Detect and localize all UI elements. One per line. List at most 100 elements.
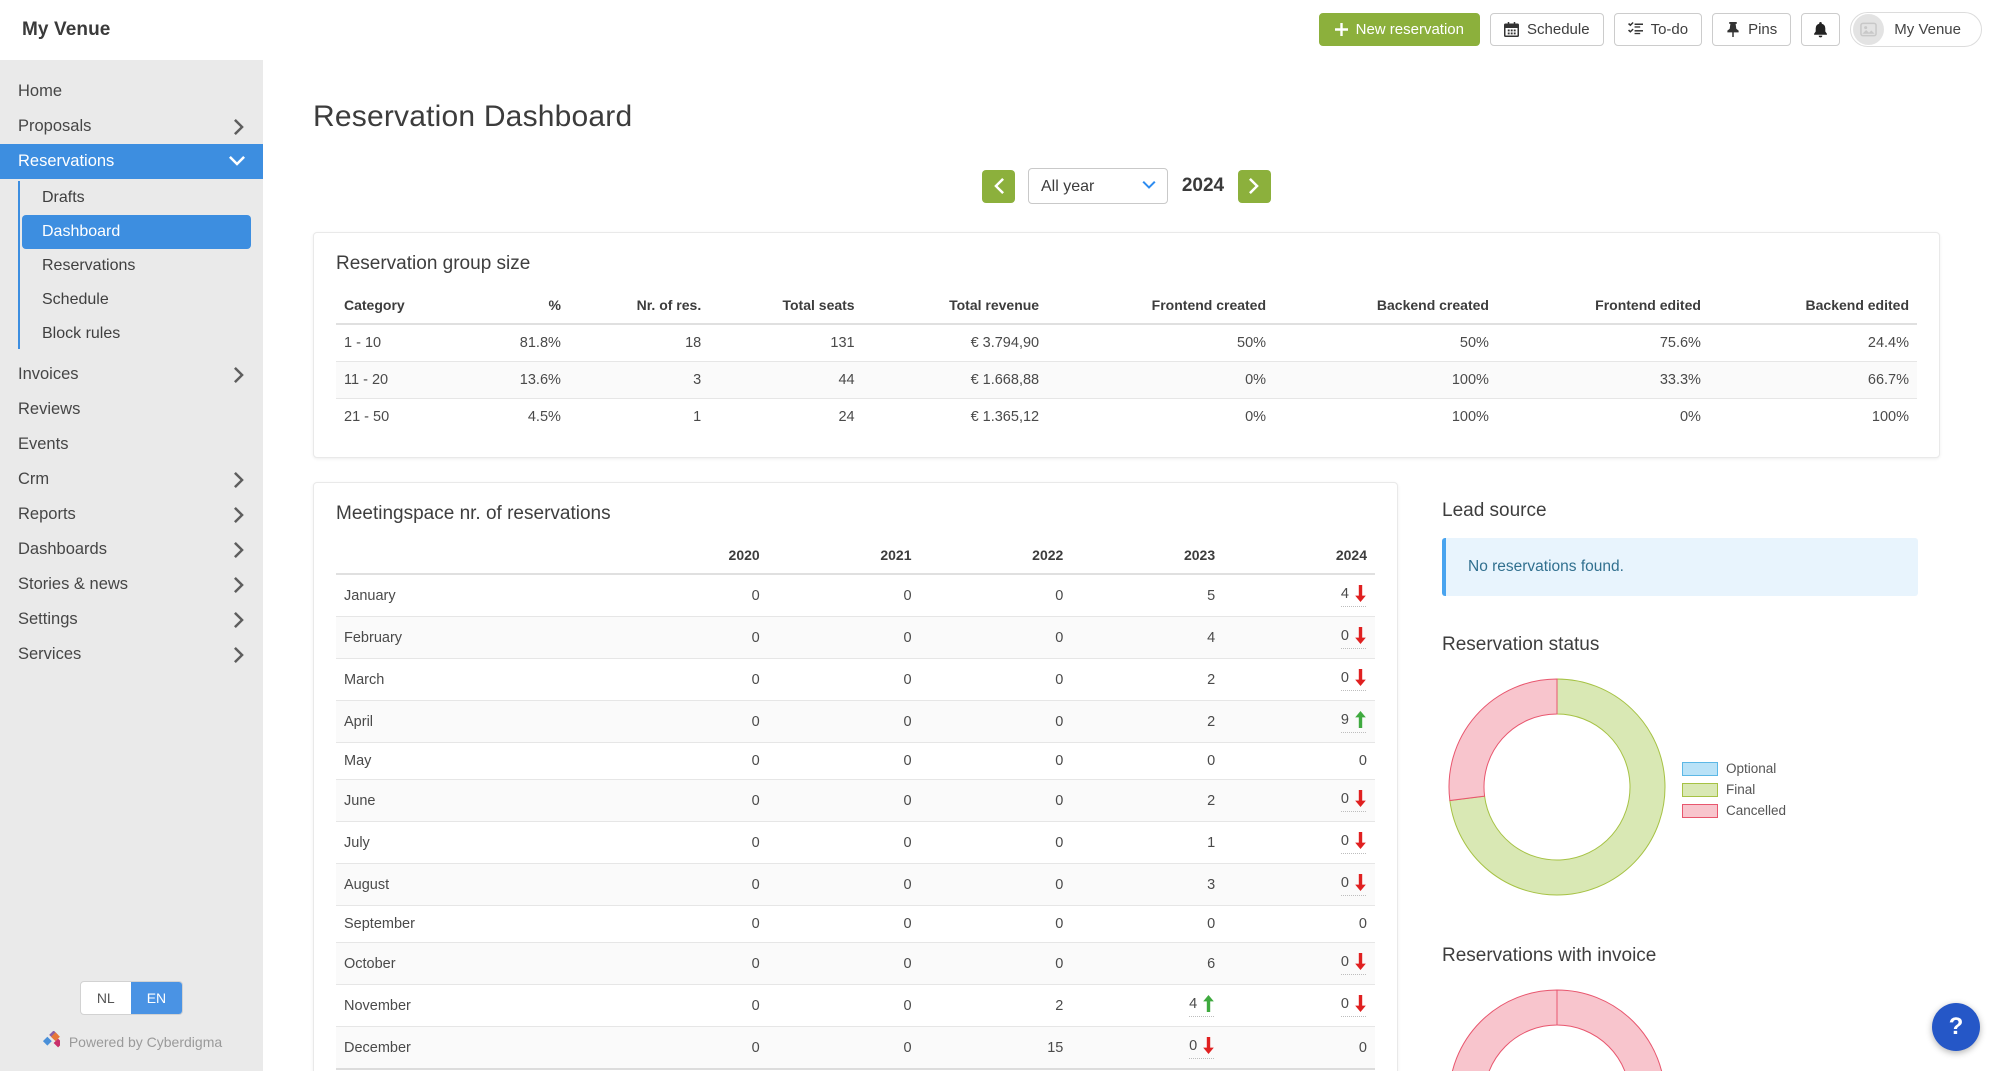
value-with-trend: 0	[1055, 793, 1063, 809]
value-with-trend: 0	[1359, 916, 1367, 932]
table-row: 11 - 20 13.6% 3 44 € 1.668,88 0% 100% 33…	[336, 361, 1917, 399]
schedule-button[interactable]: Schedule	[1490, 13, 1604, 46]
cell-value: 0	[1340, 627, 1349, 644]
pins-button[interactable]: Pins	[1712, 13, 1792, 46]
cell-year-2021: 0	[768, 701, 920, 743]
cell-year-2020: 0	[616, 617, 768, 659]
value-with-trend: 0	[1340, 874, 1367, 896]
table-row: March 0 0 0 2 0	[336, 658, 1375, 701]
dashboard-split: Meetingspace nr. of reservations 2020 20…	[313, 482, 1940, 1071]
sidebar-item-events[interactable]: Events	[0, 427, 263, 462]
sidebar-item-stories-news[interactable]: Stories & news	[0, 567, 263, 602]
sidebar-item-reservations[interactable]: Reservations	[0, 144, 263, 179]
value-with-trend: 0	[903, 753, 911, 769]
column-header-total-revenue: Total revenue	[949, 297, 1040, 313]
column-header-2023: 2023	[1183, 547, 1216, 563]
cell-value: 0	[903, 713, 912, 730]
cell-nr-of-res: 3	[693, 372, 702, 388]
cell-year-2022: 0	[920, 743, 1072, 780]
cell-year-2023: 3	[1071, 864, 1223, 906]
trend-down-icon	[1355, 953, 1366, 970]
sidebar-item-drafts[interactable]: Drafts	[22, 181, 251, 215]
sidebar-item-home[interactable]: Home	[0, 74, 263, 109]
sidebar-item-dashboard[interactable]: Dashboard	[22, 215, 251, 249]
sidebar-item-settings[interactable]: Settings	[0, 602, 263, 637]
top-bar: My Venue New reservation Schedule To-do …	[0, 0, 2000, 60]
cell-value: 0	[751, 629, 760, 646]
cell-year-2024: 4	[1223, 574, 1375, 617]
cell-percent: 13.6%	[519, 372, 561, 388]
help-button[interactable]: ?	[1932, 1003, 1980, 1051]
cell-year-2024: 0	[1223, 743, 1375, 780]
cell-year-2023: 2	[1071, 659, 1223, 701]
todo-button[interactable]: To-do	[1613, 13, 1703, 46]
cell-year-2020: 0	[616, 701, 768, 743]
sidebar-subitem-label: Drafts	[42, 189, 85, 206]
sidebar-item-reports[interactable]: Reports	[0, 497, 263, 532]
value-with-trend: 4	[1340, 585, 1367, 607]
notifications-button[interactable]	[1801, 13, 1841, 46]
cell-frontend-edited: 33.3%	[1659, 372, 1701, 388]
reservation-status-panel: Reservation status Optional Final Cancel…	[1420, 616, 1940, 927]
sidebar-item-reservations-list[interactable]: Reservations	[22, 249, 251, 283]
cell-year-2023: 4	[1071, 617, 1223, 659]
pins-label: Pins	[1748, 21, 1778, 38]
cell-value: 0	[1340, 669, 1349, 686]
language-option-nl[interactable]: NL	[81, 982, 131, 1014]
table-row: February 0 0 0 4 0	[336, 616, 1375, 659]
cell-value: 0	[751, 834, 760, 851]
new-reservation-button[interactable]: New reservation	[1318, 13, 1480, 46]
sidebar-subitem-label: Block rules	[42, 325, 121, 342]
sidebar-item-crm[interactable]: Crm	[0, 462, 263, 497]
trend-down-icon	[1355, 790, 1366, 807]
legend-item-cancelled: Cancelled	[1682, 803, 1786, 818]
lead-source-empty-message: No reservations found.	[1442, 538, 1918, 596]
cell-year-2022: 0	[920, 906, 1072, 943]
cell-month: November	[344, 997, 411, 1014]
chevron-right-icon	[234, 506, 245, 523]
next-year-button[interactable]	[1238, 169, 1271, 203]
cell-month: October	[344, 955, 396, 972]
trend-down-icon	[1355, 874, 1366, 891]
legend-swatch-final	[1682, 782, 1718, 797]
sidebar-item-proposals[interactable]: Proposals	[0, 109, 263, 144]
sidebar-item-dashboards[interactable]: Dashboards	[0, 532, 263, 567]
cell-month: December	[344, 1039, 411, 1056]
cell-value: 4	[1189, 995, 1198, 1012]
cell-total-seats: 44	[838, 372, 855, 388]
table-row: July 0 0 0 1 0	[336, 821, 1375, 864]
new-reservation-label: New reservation	[1355, 21, 1464, 38]
venue-name: My Venue	[1894, 21, 1961, 38]
sidebar-item-services[interactable]: Services	[0, 637, 263, 672]
sidebar-item-reviews[interactable]: Reviews	[0, 392, 263, 427]
value-with-trend: 2	[1207, 793, 1215, 809]
sidebar-item-block-rules[interactable]: Block rules	[22, 317, 251, 351]
cell-value: 0	[903, 955, 912, 972]
legend-item-optional: Optional	[1682, 761, 1786, 776]
chevron-down-icon	[229, 156, 245, 167]
period-select[interactable]: All year	[1028, 168, 1168, 204]
bell-icon	[1813, 21, 1828, 38]
cell-value: 0	[1055, 834, 1064, 851]
sidebar-item-label: Home	[18, 82, 63, 100]
column-header-backend-created: Backend created	[1376, 297, 1489, 313]
value-with-trend: 0	[1340, 832, 1367, 854]
language-option-en[interactable]: EN	[130, 982, 183, 1014]
previous-year-button[interactable]	[982, 169, 1015, 203]
value-with-trend: 0	[1359, 1040, 1367, 1056]
sidebar-item-label: Proposals	[18, 117, 92, 135]
cell-total-revenue: € 1.365,12	[970, 409, 1040, 425]
value-with-trend: 0	[903, 916, 911, 932]
cell-value: 0	[751, 916, 760, 932]
cell-year-2021: 0	[768, 943, 920, 985]
sidebar-item-invoices[interactable]: Invoices	[0, 357, 263, 392]
sidebar-item-schedule[interactable]: Schedule	[22, 283, 251, 317]
chevron-right-icon	[234, 646, 245, 663]
value-with-trend: 0	[752, 916, 760, 932]
language-toggle[interactable]: NL EN	[79, 981, 184, 1015]
venue-switcher[interactable]: My Venue	[1850, 12, 1982, 47]
value-with-trend: 4	[1207, 630, 1215, 646]
sidebar-footer: NL EN Powered by Cyberdigma	[0, 981, 263, 1071]
column-header-percent: %	[548, 297, 561, 313]
table-row: August 0 0 0 3 0	[336, 863, 1375, 906]
